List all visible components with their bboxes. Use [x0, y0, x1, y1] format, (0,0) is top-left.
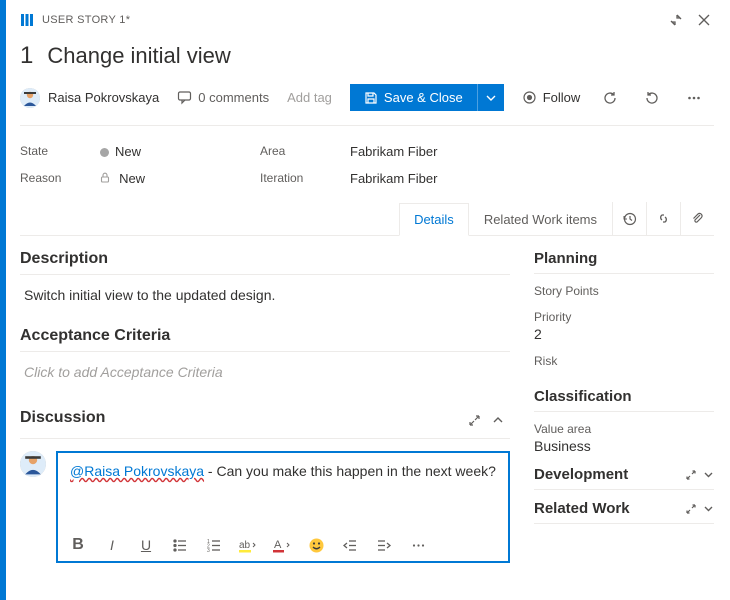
restore-window-icon[interactable] [666, 10, 686, 30]
svg-text:A: A [274, 539, 282, 551]
work-item-type-icon [20, 13, 34, 27]
undo-icon[interactable] [640, 86, 664, 110]
expand-discussion-icon[interactable] [462, 408, 486, 432]
close-icon[interactable] [694, 10, 714, 30]
risk-label: Risk [534, 354, 714, 368]
discussion-editor[interactable]: @Raisa Pokrovskaya - Can you make this h… [56, 451, 510, 563]
expand-icon[interactable] [685, 469, 697, 481]
area-value[interactable]: Fabrikam Fiber [350, 144, 714, 159]
tab-details[interactable]: Details [399, 203, 469, 236]
more-actions-icon[interactable] [682, 86, 706, 110]
bold-button[interactable]: B [68, 535, 88, 555]
chevron-down-icon[interactable] [703, 469, 714, 480]
mention[interactable]: @Raisa Pokrovskaya [70, 463, 204, 479]
emoji-button[interactable] [306, 535, 326, 555]
discussion-editor-text[interactable]: @Raisa Pokrovskaya - Can you make this h… [58, 453, 508, 529]
window-header: USER STORY 1* [20, 10, 714, 30]
outdent-button[interactable] [340, 535, 360, 555]
tab-links-icon[interactable] [646, 202, 680, 235]
reason-label: Reason [20, 171, 80, 186]
collapse-discussion-icon[interactable] [486, 408, 510, 432]
add-tag-button[interactable]: Add tag [287, 90, 332, 105]
reason-value[interactable]: New [100, 171, 240, 186]
underline-button[interactable]: U [136, 535, 156, 555]
area-label: Area [260, 144, 330, 159]
save-and-close-button[interactable]: Save & Close [350, 84, 477, 111]
editor-more-icon[interactable] [408, 535, 428, 555]
tab-history-icon[interactable] [612, 202, 646, 235]
work-item-window: USER STORY 1* 1 Change initial view Rais… [0, 0, 730, 600]
tabs: Details Related Work items [20, 202, 714, 236]
development-heading: Development [534, 466, 714, 483]
current-user-avatar [20, 451, 46, 477]
value-area-label: Value area [534, 422, 714, 436]
description-text[interactable]: Switch initial view to the updated desig… [20, 287, 510, 303]
related-work-heading: Related Work [534, 500, 714, 517]
priority-value[interactable]: 2 [534, 326, 714, 342]
value-area-value[interactable]: Business [534, 438, 714, 454]
follow-icon [522, 90, 537, 105]
work-item-id: 1 [20, 42, 33, 70]
work-item-type-label: USER STORY 1* [42, 14, 130, 26]
highlight-button[interactable]: ab [238, 535, 258, 555]
editor-toolbar: B I U 123 ab A [58, 529, 508, 561]
italic-button[interactable]: I [102, 535, 122, 555]
state-value[interactable]: New [100, 144, 240, 159]
tab-attachments-icon[interactable] [680, 202, 714, 235]
tab-related-work-items[interactable]: Related Work items [469, 203, 612, 236]
indent-button[interactable] [374, 535, 394, 555]
lock-icon [100, 174, 113, 186]
chevron-down-icon[interactable] [703, 503, 714, 514]
acceptance-criteria-heading: Acceptance Criteria [20, 327, 510, 345]
save-icon [364, 91, 378, 105]
description-heading: Description [20, 250, 510, 268]
numbered-list-button[interactable]: 123 [204, 535, 224, 555]
main-column: Description Switch initial view to the u… [20, 250, 510, 600]
bullet-list-button[interactable] [170, 535, 190, 555]
svg-text:3: 3 [207, 548, 210, 553]
expand-icon[interactable] [685, 503, 697, 515]
toolbar: Raisa Pokrovskaya 0 comments Add tag Sav… [20, 84, 714, 126]
svg-text:ab: ab [239, 540, 251, 551]
iteration-label: Iteration [260, 171, 330, 186]
classification-heading: Classification [534, 388, 714, 405]
avatar [20, 88, 40, 108]
assigned-to[interactable]: Raisa Pokrovskaya [20, 88, 159, 108]
fields-grid: State New Area Fabrikam Fiber Reason New… [20, 126, 714, 202]
comment-icon [177, 90, 192, 105]
acceptance-criteria-placeholder[interactable]: Click to add Acceptance Criteria [20, 364, 510, 380]
follow-button[interactable]: Follow [522, 90, 581, 105]
planning-heading: Planning [534, 250, 714, 267]
iteration-value[interactable]: Fabrikam Fiber [350, 171, 714, 186]
story-points-label: Story Points [534, 284, 714, 298]
font-color-button[interactable]: A [272, 535, 292, 555]
work-item-title[interactable]: Change initial view [47, 43, 230, 69]
discussion-heading: Discussion [20, 409, 105, 427]
state-dot-icon [100, 148, 109, 157]
priority-label: Priority [534, 310, 714, 324]
side-column: Planning Story Points Priority 2 Risk Cl… [534, 250, 714, 600]
refresh-icon[interactable] [598, 86, 622, 110]
save-dropdown-button[interactable] [477, 84, 504, 111]
author-name: Raisa Pokrovskaya [48, 90, 159, 105]
comments-indicator[interactable]: 0 comments [177, 90, 269, 105]
state-label: State [20, 144, 80, 159]
